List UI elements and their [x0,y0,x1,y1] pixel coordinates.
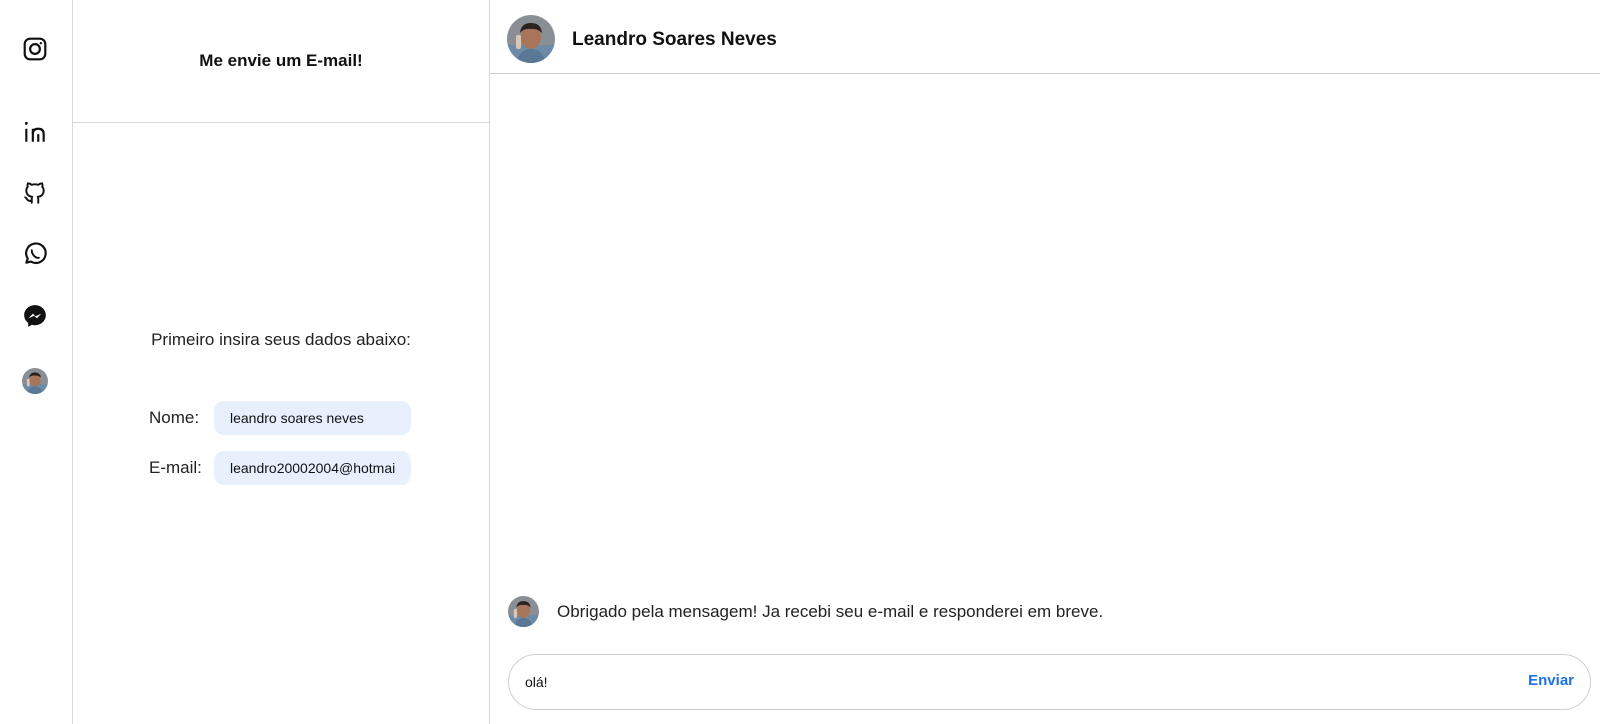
chat-header: Leandro Soares Neves [490,0,1600,74]
email-label: E-mail: [149,458,202,477]
email-form-panel: Me envie um E-mail! Primeiro insira seus… [73,0,490,724]
github-icon[interactable] [22,180,48,206]
name-label: Nome: [149,408,200,427]
form-instruction: Primeiro insira seus dados abaixo: [151,330,411,349]
form-title: Me envie um E-mail! [199,51,363,70]
whatsapp-icon[interactable] [22,241,48,267]
social-sidebar [0,0,73,724]
instagram-icon[interactable] [22,36,48,62]
linkedin-icon[interactable] [22,119,48,145]
contact-avatar [507,15,555,63]
send-button[interactable]: Enviar [1528,672,1574,689]
message-text: Obrigado pela mensagem! Ja recebi seu e-… [557,601,1104,621]
chat-panel: Leandro Soares Neves Obrigado pela mensa… [490,0,1600,724]
profile-avatar[interactable] [22,368,48,394]
name-input[interactable] [214,401,411,435]
messenger-icon[interactable] [22,303,48,329]
message-composer: Enviar [508,654,1591,710]
contact-name: Leandro Soares Neves [572,29,777,50]
email-field-row: E-mail: [149,451,411,485]
message-avatar [508,596,539,627]
name-field-row: Nome: [149,401,411,435]
chat-message: Obrigado pela mensagem! Ja recebi seu e-… [508,596,1103,627]
email-input[interactable] [214,451,411,485]
message-input[interactable] [525,667,1485,697]
form-header: Me envie um E-mail! [73,0,489,123]
